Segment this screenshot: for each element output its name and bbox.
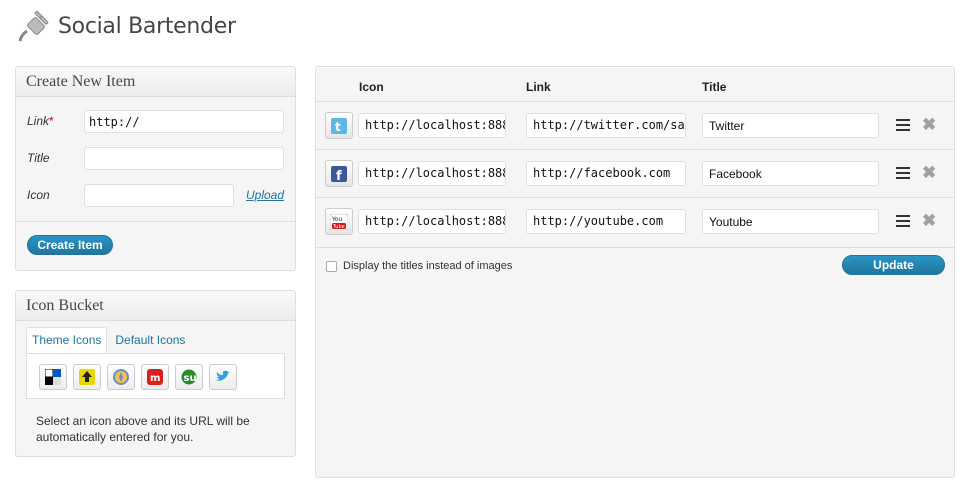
facebook-icon[interactable]: f	[325, 160, 353, 187]
svg-text:t: t	[335, 120, 341, 134]
divider	[316, 247, 954, 248]
column-header-link: Link	[526, 80, 551, 94]
twitter-bird-icon[interactable]	[209, 364, 237, 390]
display-titles-label: Display the titles instead of images	[343, 260, 513, 272]
svg-text:m: m	[150, 373, 160, 384]
delicious-icon[interactable]	[39, 364, 67, 390]
svg-text:You: You	[331, 216, 343, 223]
icon-url-input[interactable]: http://localhost:8888/	[358, 161, 506, 186]
youtube-icon[interactable]: You Tube	[325, 208, 353, 235]
svg-text:Tube: Tube	[332, 224, 345, 230]
title-input[interactable]: Facebook	[702, 161, 879, 186]
icon-bucket-heading: Icon Bucket	[16, 291, 295, 321]
stumbleupon-icon[interactable]: su	[175, 364, 203, 390]
page-header: Social Bartender	[16, 6, 236, 46]
icon-field[interactable]	[84, 184, 234, 207]
icon-bucket-box: Icon Bucket Theme Icons Default Icons m …	[15, 290, 296, 457]
digg-icon[interactable]	[73, 364, 101, 390]
divider	[16, 221, 295, 222]
remove-icon[interactable]: ✖	[922, 115, 936, 135]
create-item-box: Create New Item Link* Title Icon Upload …	[15, 66, 296, 271]
icon-row: Icon Upload	[16, 184, 295, 208]
page-title: Social Bartender	[58, 13, 236, 39]
update-button[interactable]: Update	[842, 255, 945, 275]
drag-handle-icon[interactable]	[896, 167, 910, 179]
svg-text:f: f	[336, 169, 342, 182]
remove-icon[interactable]: ✖	[922, 211, 936, 231]
drag-handle-icon[interactable]	[896, 215, 910, 227]
compass-icon[interactable]	[107, 364, 135, 390]
bucket-help-text: Select an icon above and its URL will be…	[36, 414, 250, 444]
link-label: Link*	[27, 114, 54, 128]
items-header: Icon Link Title	[316, 67, 954, 103]
table-row: t http://localhost:8888/ http://twitter.…	[316, 101, 954, 149]
display-titles-checkbox[interactable]	[326, 260, 337, 272]
table-row: YouTube http://localhost:8888/ http://yo…	[316, 197, 954, 245]
icon-panel: m su	[26, 353, 285, 399]
remove-icon[interactable]: ✖	[922, 163, 936, 183]
drag-handle-icon[interactable]	[896, 119, 910, 131]
title-label: Title	[27, 151, 50, 165]
tab-default-icons[interactable]: Default Icons	[109, 327, 191, 353]
icon-url-input[interactable]: http://localhost:8888/	[358, 113, 506, 138]
link-row: Link*	[16, 110, 295, 134]
items-box: Icon Link Title t http://localhost:8888/…	[315, 66, 955, 478]
link-field[interactable]	[84, 110, 284, 133]
link-input[interactable]: http://twitter.com/sa	[526, 113, 686, 138]
tab-theme-icons[interactable]: Theme Icons	[26, 327, 108, 353]
table-row: f http://localhost:8888/ http://facebook…	[316, 149, 954, 197]
create-item-button[interactable]: Create Item	[27, 235, 113, 255]
title-field[interactable]	[84, 147, 284, 170]
link-input[interactable]: http://youtube.com	[526, 209, 686, 234]
mixx-icon[interactable]: m	[141, 364, 169, 390]
create-item-heading: Create New Item	[16, 67, 295, 97]
plug-icon	[18, 10, 49, 42]
column-header-icon: Icon	[359, 80, 384, 94]
icon-url-input[interactable]: http://localhost:8888/	[358, 209, 506, 234]
icon-tabs: Theme Icons Default Icons	[26, 327, 193, 353]
svg-text:su: su	[184, 373, 197, 384]
title-input[interactable]: Twitter	[702, 113, 879, 138]
title-input[interactable]: Youtube	[702, 209, 879, 234]
column-header-title: Title	[702, 80, 727, 94]
twitter-icon[interactable]: t	[325, 112, 353, 139]
upload-link[interactable]: Upload	[246, 188, 284, 202]
required-marker: *	[49, 114, 54, 128]
display-titles-option: Display the titles instead of images	[326, 260, 512, 272]
icon-label: Icon	[27, 188, 50, 202]
link-input[interactable]: http://facebook.com	[526, 161, 686, 186]
title-row: Title	[16, 147, 295, 171]
